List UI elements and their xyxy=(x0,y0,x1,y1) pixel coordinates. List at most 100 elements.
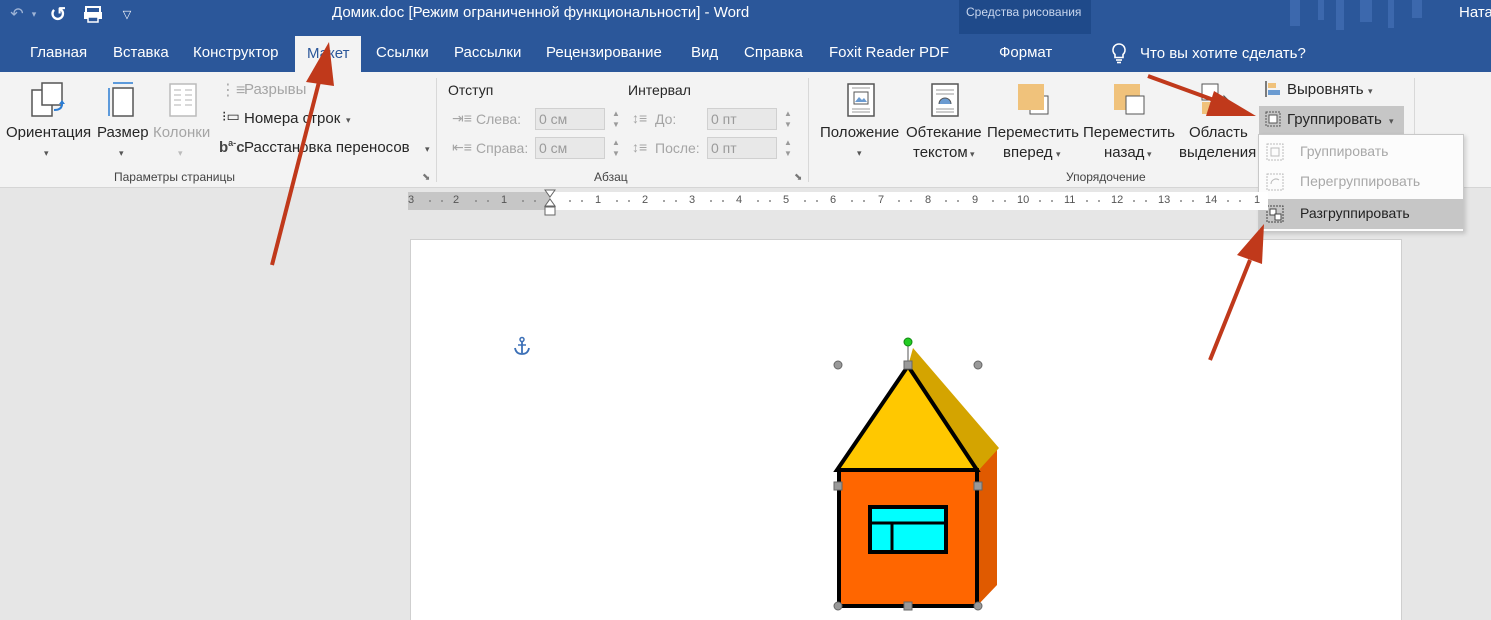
send-backward-button[interactable]: Переместить xyxy=(1083,124,1175,141)
indent-right-label: Справа: xyxy=(476,140,529,156)
group-separator xyxy=(808,78,809,182)
line-numbers-icon: ⁝▭ xyxy=(222,108,240,124)
group-icon xyxy=(1266,143,1284,161)
paragraph-group-label: Абзац xyxy=(594,170,628,184)
align-button[interactable]: Выровнять xyxy=(1287,81,1364,98)
selection-pane-button[interactable]: Область xyxy=(1189,124,1248,141)
menu-item-label: Разгруппировать xyxy=(1300,205,1410,221)
tab-home[interactable]: Главная xyxy=(30,34,87,72)
page-setup-group-label: Параметры страницы xyxy=(114,170,235,184)
wrap-text-icon xyxy=(930,82,960,123)
title-decoration xyxy=(1290,0,1300,26)
title-decoration xyxy=(1388,0,1394,28)
spacing-before-icon: ↕≡ xyxy=(632,110,648,126)
tell-me-box[interactable]: Что вы хотите сделать? xyxy=(1110,34,1306,72)
chevron-down-icon: ▾ xyxy=(857,148,862,158)
tab-foxit[interactable]: Foxit Reader PDF xyxy=(829,34,949,72)
chevron-down-icon: ▾ xyxy=(1147,149,1152,159)
position-button[interactable]: Положение xyxy=(820,124,899,141)
dialog-launcher-icon[interactable]: ⬊ xyxy=(422,172,430,183)
breaks-button[interactable]: Разрывы xyxy=(244,81,306,98)
regroup-icon xyxy=(1266,173,1284,191)
size-button[interactable]: Размер xyxy=(97,124,149,141)
line-numbers-button[interactable]: Номера строк xyxy=(244,110,340,127)
bring-forward-icon xyxy=(1016,82,1050,123)
undo-dropdown-icon[interactable]: ▾ xyxy=(28,0,40,28)
spacing-after-label: После: xyxy=(655,140,700,156)
indent-label: Отступ xyxy=(448,82,494,98)
send-backward-button-line2[interactable]: назад xyxy=(1104,144,1144,161)
chevron-down-icon: ▾ xyxy=(346,115,351,125)
indent-right-icon: ⇤≡ xyxy=(452,139,472,155)
tab-format[interactable]: Формат xyxy=(999,34,1052,72)
chevron-down-icon: ▾ xyxy=(425,144,430,154)
tab-view[interactable]: Вид xyxy=(691,34,718,72)
group-dropdown-menu: Группировать Перегруппировать Разгруппир… xyxy=(1258,134,1464,232)
house-drawing[interactable] xyxy=(831,335,1006,615)
document-page[interactable] xyxy=(410,239,1402,620)
spacing-before-input[interactable]: 0 пт xyxy=(707,108,777,130)
selection-pane-button-line2[interactable]: выделения xyxy=(1179,144,1256,161)
title-decoration xyxy=(1318,0,1324,20)
orientation-icon xyxy=(28,80,68,125)
columns-button[interactable]: Колонки xyxy=(153,124,210,141)
title-decoration xyxy=(1412,0,1422,18)
print-preview-icon[interactable] xyxy=(80,0,106,28)
indent-right-input[interactable]: 0 см xyxy=(535,137,605,159)
title-decoration xyxy=(1336,0,1344,30)
bring-forward-button[interactable]: Переместить xyxy=(987,124,1079,141)
arrange-group-label: Упорядочение xyxy=(1066,170,1146,184)
bring-forward-button-line2[interactable]: вперед xyxy=(1003,144,1053,161)
redo-icon[interactable]: ↺ xyxy=(44,0,72,28)
user-name[interactable]: Ната xyxy=(1459,4,1491,21)
horizontal-ruler[interactable]: 3 2 1 1 2 3 4 5 6 7 8 9 10 11 12 13 14 1 xyxy=(408,192,1268,210)
indent-left-input[interactable]: 0 см xyxy=(535,108,605,130)
size-icon xyxy=(103,80,139,125)
tab-insert[interactable]: Вставка xyxy=(113,34,169,72)
tell-me-text: Что вы хотите сделать? xyxy=(1140,44,1306,62)
context-header-label: Средства рисования xyxy=(966,5,1082,19)
menu-item-regroup[interactable]: Перегруппировать xyxy=(1259,167,1463,197)
menu-item-group[interactable]: Группировать xyxy=(1259,137,1463,167)
tab-references[interactable]: Ссылки xyxy=(376,34,429,72)
menu-item-label: Группировать xyxy=(1300,143,1389,159)
tab-mailings[interactable]: Рассылки xyxy=(454,34,521,72)
spacing-before-spinner[interactable]: ▲ ▼ xyxy=(782,108,794,130)
selection-pane-icon xyxy=(1200,82,1237,123)
wrap-text-button-line2[interactable]: текстом xyxy=(913,144,968,161)
customize-toolbar-icon[interactable]: ▽ xyxy=(118,0,136,28)
spacing-after-icon: ↕≡ xyxy=(632,139,648,155)
menu-item-ungroup[interactable]: Разгруппировать xyxy=(1259,199,1463,229)
chevron-down-icon: ▾ xyxy=(119,148,124,158)
anchor-icon xyxy=(514,336,530,355)
tab-help[interactable]: Справка xyxy=(744,34,803,72)
indent-right-spinner[interactable]: ▲ ▼ xyxy=(610,137,622,159)
indent-marker-icon[interactable] xyxy=(543,188,557,218)
tab-review[interactable]: Рецензирование xyxy=(546,34,662,72)
dialog-launcher-icon[interactable]: ⬊ xyxy=(794,172,802,183)
lightbulb-icon xyxy=(1112,43,1126,64)
orientation-button[interactable]: Ориентация xyxy=(6,124,91,141)
hyphenation-button[interactable]: Расстановка переносов xyxy=(244,139,410,156)
menu-item-label: Перегруппировать xyxy=(1300,173,1421,189)
spacing-after-spinner[interactable]: ▲ ▼ xyxy=(782,137,794,159)
undo-icon[interactable]: ↶ xyxy=(4,0,30,28)
spacing-label: Интервал xyxy=(628,82,691,98)
title-bar: ↶ ▾ ↺ ▽ Средства рисования Домик.doc [Ре… xyxy=(0,0,1491,72)
indent-left-icon: ⇥≡ xyxy=(452,110,472,126)
wrap-text-button[interactable]: Обтекание xyxy=(906,124,982,141)
tab-layout[interactable]: Макет xyxy=(295,36,362,72)
send-backward-icon xyxy=(1112,82,1146,123)
chevron-down-icon: ▾ xyxy=(178,148,183,158)
group-icon xyxy=(1264,110,1282,132)
spacing-after-input[interactable]: 0 пт xyxy=(707,137,777,159)
group-separator xyxy=(436,78,437,182)
hyphenation-icon: ba-c xyxy=(219,138,245,156)
indent-left-spinner[interactable]: ▲ ▼ xyxy=(610,108,622,130)
spacing-before-label: До: xyxy=(655,111,677,127)
chevron-down-icon: ▾ xyxy=(1389,116,1394,126)
ruler-tick: 3 xyxy=(408,194,415,206)
group-button[interactable]: Группировать xyxy=(1287,111,1382,128)
tab-design[interactable]: Конструктор xyxy=(193,34,279,72)
chevron-down-icon: ▾ xyxy=(44,148,49,158)
